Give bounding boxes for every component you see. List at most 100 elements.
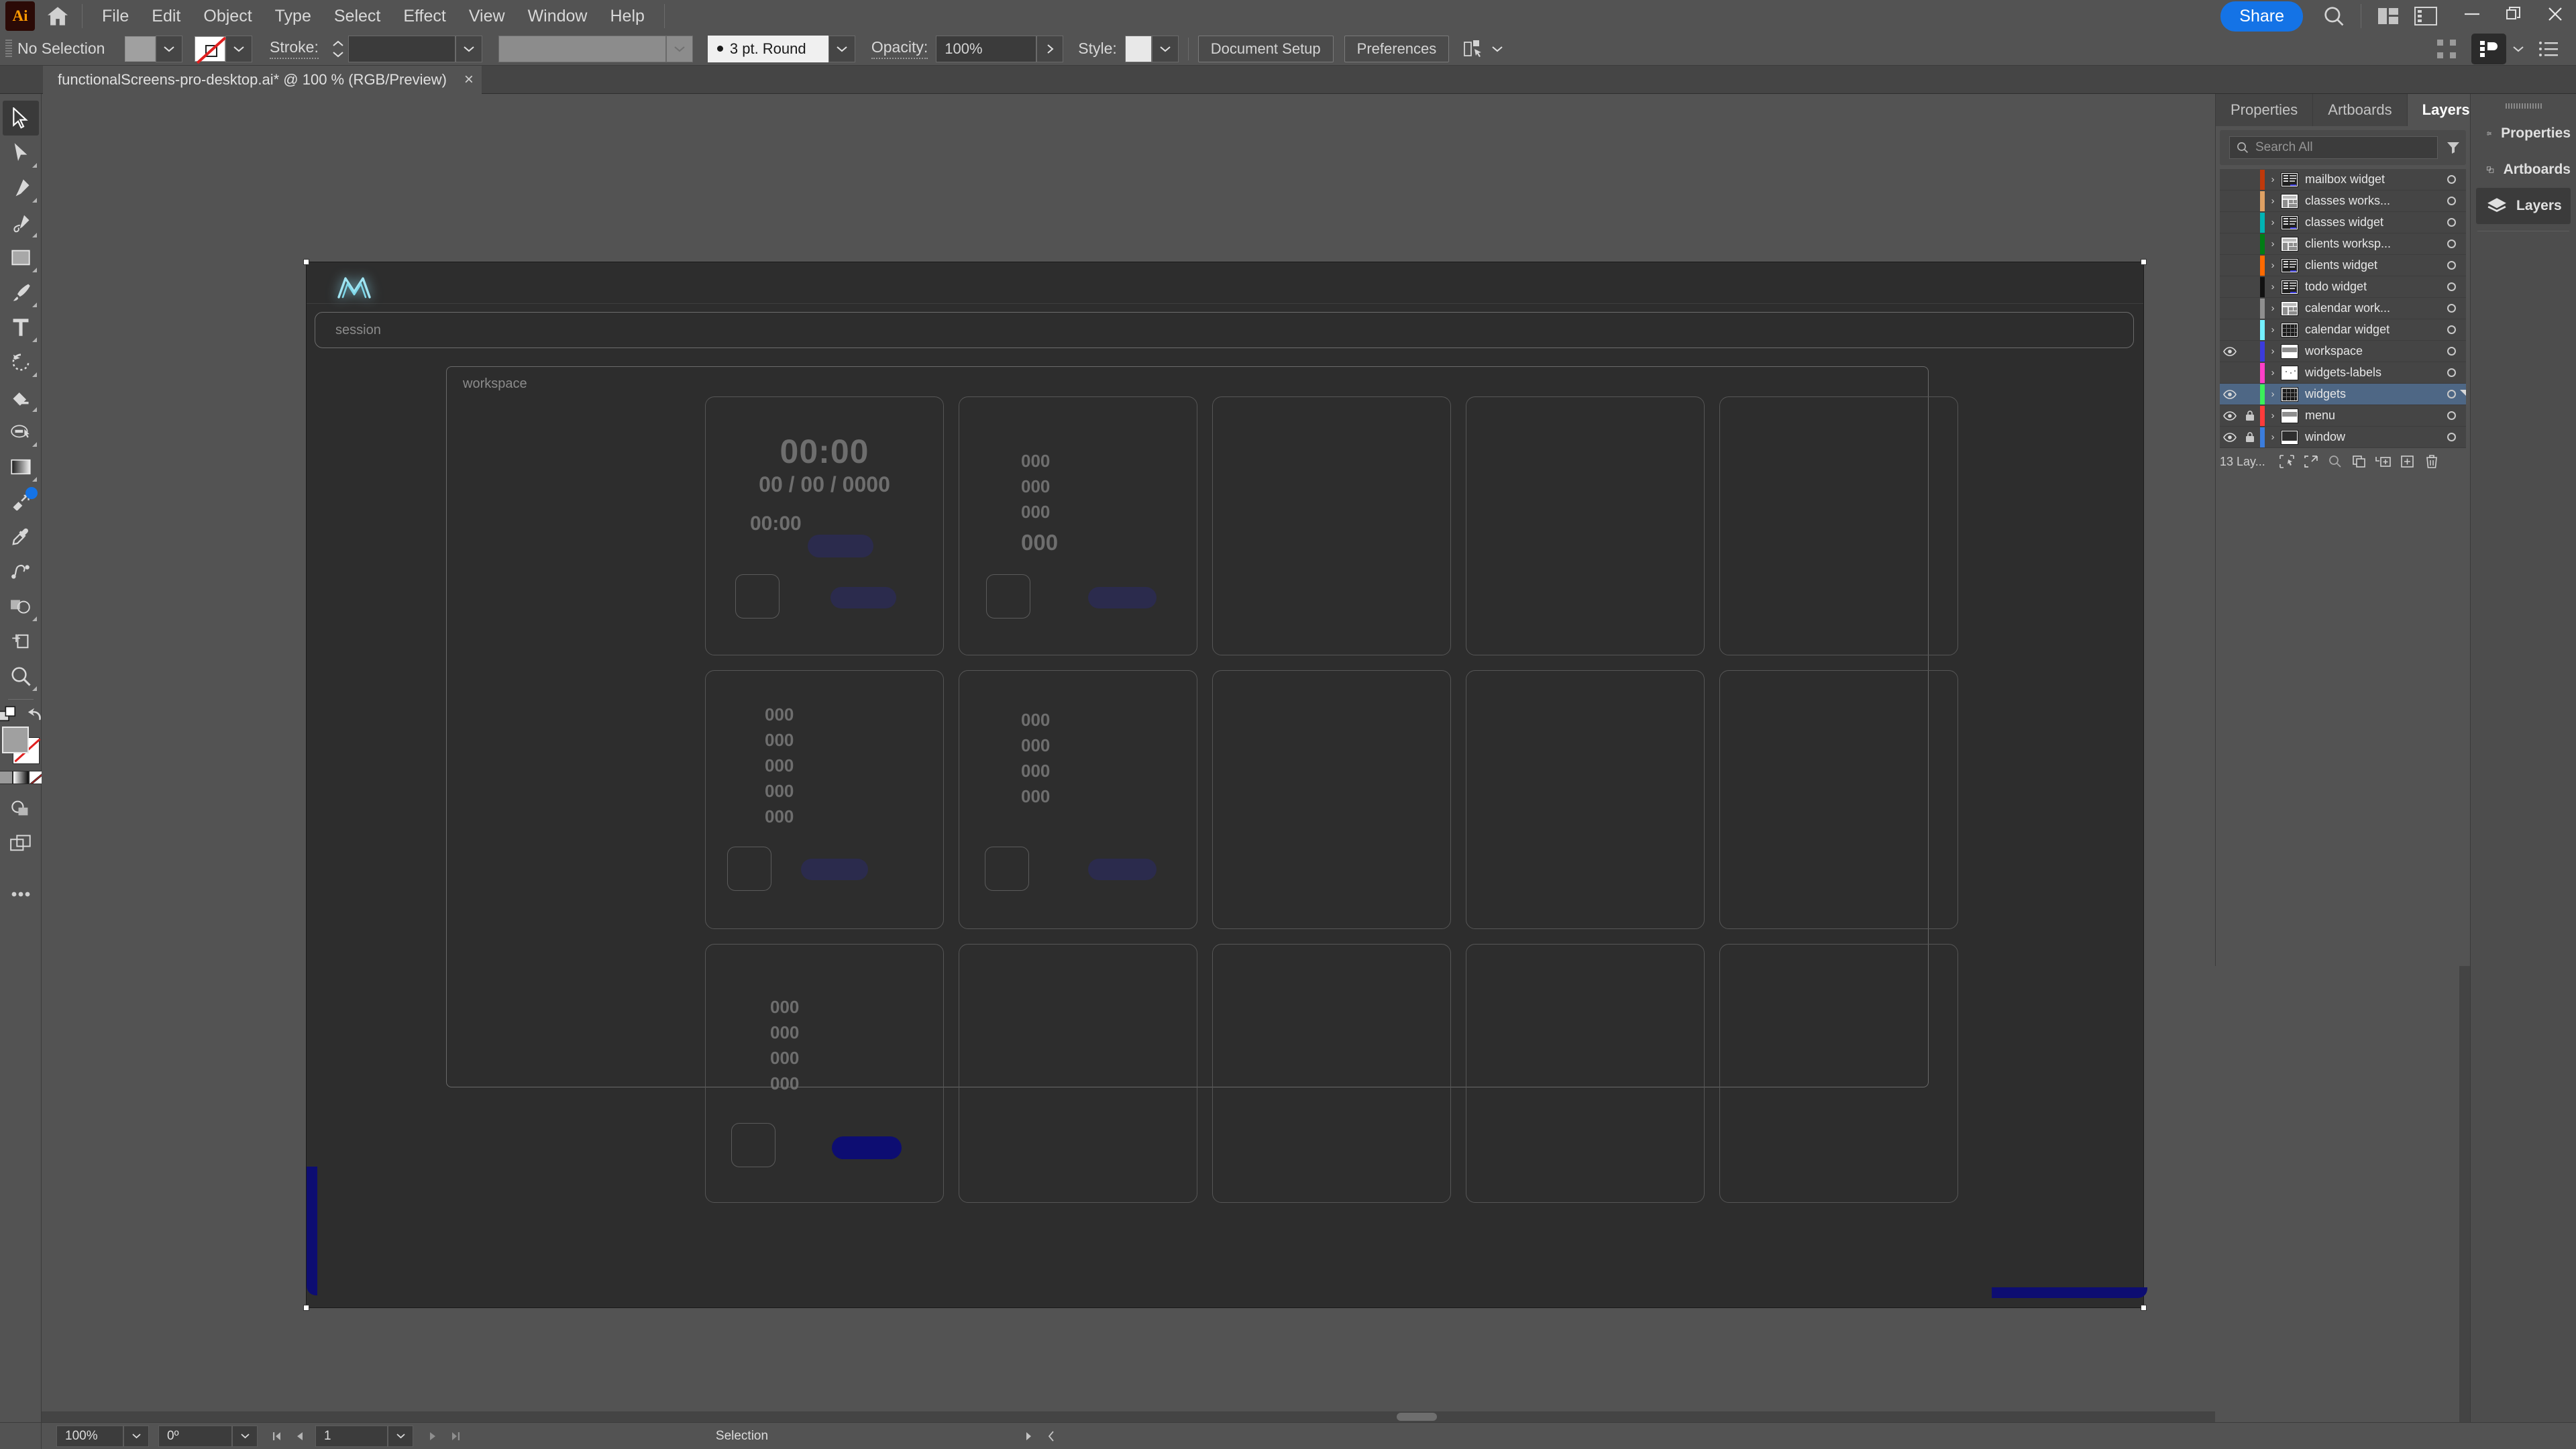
rotation-dropdown-icon[interactable]	[232, 1425, 258, 1447]
clock-square-button[interactable]	[735, 574, 780, 619]
menu-item-select[interactable]: Select	[323, 4, 392, 29]
zoom-tool[interactable]	[3, 659, 39, 694]
search-icon[interactable]	[2315, 0, 2353, 32]
type-tool[interactable]	[3, 310, 39, 345]
empty-widget-card[interactable]	[1212, 944, 1451, 1203]
preferences-button[interactable]: Preferences	[1344, 35, 1450, 62]
blend-tool[interactable]	[3, 554, 39, 589]
numbers-widget-card-2[interactable]: 000 000 000 000 000	[705, 670, 944, 929]
expand-layer-icon[interactable]: ›	[2265, 195, 2281, 207]
visibility-toggle-icon[interactable]	[2220, 411, 2240, 421]
target-indicator-icon[interactable]	[2436, 368, 2466, 377]
delete-icon[interactable]	[2420, 454, 2444, 469]
stroke-dropdown-icon[interactable]	[225, 35, 252, 62]
expand-layer-icon[interactable]: ›	[2265, 303, 2281, 314]
opacity-input[interactable]: 100%	[936, 35, 1037, 62]
target-indicator-icon[interactable]	[2436, 239, 2466, 248]
expand-layer-icon[interactable]: ›	[2265, 238, 2281, 250]
stroke-weight-dropdown-icon[interactable]	[455, 35, 482, 62]
screen-mode-icon[interactable]	[3, 826, 39, 861]
prev-artboard-icon[interactable]	[288, 1426, 311, 1447]
empty-widget-card[interactable]	[1466, 944, 1705, 1203]
shaper-tool[interactable]	[3, 415, 39, 449]
close-icon[interactable]	[2534, 0, 2576, 28]
layer-row[interactable]: › todo widget	[2220, 276, 2466, 298]
layer-row[interactable]: › classes widget	[2220, 212, 2466, 233]
menu-item-help[interactable]: Help	[598, 4, 655, 29]
numbers-widget-card-selected[interactable]: 000 000 000 000	[705, 944, 944, 1203]
expand-layer-icon[interactable]: ›	[2265, 388, 2281, 400]
color-icon[interactable]	[0, 771, 13, 784]
expand-layer-icon[interactable]: ›	[2265, 260, 2281, 271]
default-fill-stroke-icon[interactable]	[24, 706, 43, 723]
filter-icon[interactable]	[2446, 140, 2461, 155]
widget-square-button[interactable]	[727, 847, 771, 891]
fill-swatch[interactable]	[1, 727, 29, 753]
rectangle-tool[interactable]	[3, 240, 39, 275]
numbers-widget-card-1[interactable]: 000 000 000 000	[959, 396, 1197, 655]
first-artboard-icon[interactable]	[266, 1426, 288, 1447]
pen-tool[interactable]	[3, 170, 39, 205]
locate-object-icon[interactable]	[2275, 455, 2299, 468]
empty-widget-card[interactable]	[959, 944, 1197, 1203]
release-to-layers-icon[interactable]	[2299, 455, 2323, 468]
status-menu-icon[interactable]	[1017, 1426, 1040, 1447]
canvas-horizontal-scrollbar[interactable]	[42, 1411, 2215, 1422]
widget-square-button[interactable]	[986, 574, 1030, 619]
zoom-level-input[interactable]: 100%	[56, 1425, 123, 1447]
expand-layer-icon[interactable]: ›	[2265, 281, 2281, 292]
widget-square-button[interactable]	[731, 1123, 775, 1167]
menu-item-window[interactable]: Window	[517, 4, 599, 29]
stroke-color-swatch[interactable]	[195, 36, 225, 62]
clock-secondary-action-pill[interactable]	[830, 587, 896, 608]
empty-widget-card[interactable]	[1719, 670, 1958, 929]
layer-row[interactable]: › calendar widget	[2220, 319, 2466, 341]
scrollbar-thumb[interactable]	[1397, 1413, 1437, 1421]
find-icon[interactable]	[2323, 455, 2347, 468]
opacity-label[interactable]: Opacity:	[871, 38, 928, 59]
minimize-icon[interactable]	[2451, 0, 2493, 28]
gradient-tool[interactable]	[3, 449, 39, 484]
control-panel-menu-icon[interactable]	[2538, 41, 2559, 57]
expand-layer-icon[interactable]: ›	[2265, 217, 2281, 228]
target-indicator-icon[interactable]	[2436, 282, 2466, 291]
fill-stroke-swatches[interactable]	[1, 727, 40, 765]
lock-toggle-icon[interactable]	[2240, 431, 2260, 443]
free-transform-tool[interactable]	[3, 484, 39, 519]
menu-item-file[interactable]: File	[91, 4, 140, 29]
arrange-documents-icon[interactable]	[2369, 0, 2407, 32]
empty-widget-card[interactable]	[1466, 670, 1705, 929]
target-indicator-icon[interactable]	[2436, 433, 2466, 441]
selection-tool[interactable]	[2, 101, 39, 136]
graphic-style-swatch[interactable]	[1124, 35, 1152, 62]
edit-toolbar-icon[interactable]	[3, 877, 39, 912]
layer-row[interactable]: › classes works...	[2220, 191, 2466, 212]
curvature-tool[interactable]	[3, 205, 39, 240]
expand-layer-icon[interactable]: ›	[2265, 324, 2281, 335]
expand-layer-icon[interactable]: ›	[2265, 345, 2281, 357]
artboard-number-input[interactable]: 1	[315, 1425, 388, 1447]
layer-row[interactable]: › widgets	[2220, 384, 2466, 405]
selection-bar-bottom[interactable]	[1992, 1287, 2147, 1298]
search-input[interactable]: Search All	[2229, 136, 2438, 159]
style-dropdown-icon[interactable]	[1151, 35, 1179, 62]
variable-width-dropdown-icon[interactable]	[665, 35, 693, 62]
layer-row[interactable]: › mailbox widget	[2220, 169, 2466, 191]
visibility-toggle-icon[interactable]	[2220, 389, 2240, 399]
menu-item-object[interactable]: Object	[192, 4, 263, 29]
target-indicator-icon[interactable]	[2436, 411, 2466, 420]
layer-row[interactable]: › widgets-labels	[2220, 362, 2466, 384]
stroke-weight-input[interactable]	[347, 35, 455, 62]
new-layer-icon[interactable]	[2396, 455, 2420, 468]
share-button[interactable]: Share	[2220, 1, 2303, 32]
eyedropper-tool[interactable]	[3, 519, 39, 554]
shape-builder-tool[interactable]	[3, 589, 39, 624]
close-icon[interactable]: ×	[464, 70, 474, 89]
control-bar-grip[interactable]	[5, 39, 12, 58]
visibility-toggle-icon[interactable]	[2220, 432, 2240, 442]
drawing-mode-icon[interactable]	[3, 791, 39, 826]
artboard-handle-br[interactable]	[2141, 1305, 2147, 1311]
empty-widget-card[interactable]	[1212, 670, 1451, 929]
empty-widget-card[interactable]	[1719, 944, 1958, 1203]
fill-color-swatch[interactable]	[125, 36, 156, 62]
